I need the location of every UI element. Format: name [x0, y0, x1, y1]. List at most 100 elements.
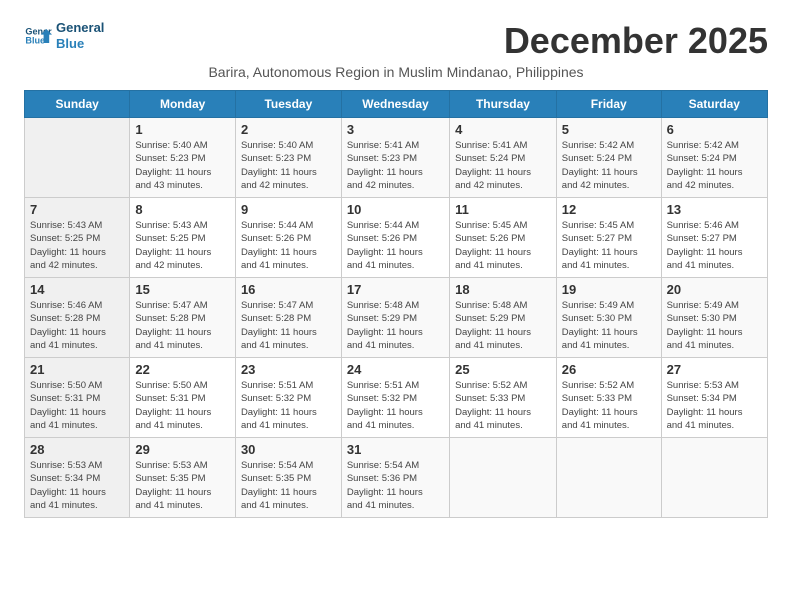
- day-number: 9: [241, 202, 336, 217]
- day-info: Sunrise: 5:45 AM Sunset: 5:27 PM Dayligh…: [562, 219, 656, 272]
- day-number: 11: [455, 202, 551, 217]
- day-number: 19: [562, 282, 656, 297]
- calendar-cell: 12 Sunrise: 5:45 AM Sunset: 5:27 PM Dayli…: [556, 198, 661, 278]
- calendar-cell: 13 Sunrise: 5:46 AM Sunset: 5:27 PM Dayli…: [661, 198, 767, 278]
- day-info: Sunrise: 5:54 AM Sunset: 5:36 PM Dayligh…: [347, 459, 444, 512]
- calendar-cell: 4Sunrise: 5:41 AM Sunset: 5:24 PM Daylig…: [450, 118, 557, 198]
- calendar-cell: 16Sunrise: 5:47 AM Sunset: 5:28 PM Dayli…: [235, 278, 341, 358]
- calendar-cell: 17Sunrise: 5:48 AM Sunset: 5:29 PM Dayli…: [341, 278, 449, 358]
- calendar-cell: 24Sunrise: 5:51 AM Sunset: 5:32 PM Dayli…: [341, 358, 449, 438]
- day-number: 26: [562, 362, 656, 377]
- calendar-week-row: 14 Sunrise: 5:46 AM Sunset: 5:28 PM Dayli…: [25, 278, 768, 358]
- calendar-week-row: 28 Sunrise: 5:53 AM Sunset: 5:34 PM Dayli…: [25, 438, 768, 518]
- day-number: 24: [347, 362, 444, 377]
- day-number: 20: [667, 282, 762, 297]
- day-info: Sunrise: 5:53 AM Sunset: 5:35 PM Dayligh…: [135, 459, 230, 512]
- calendar-cell: 3 Sunrise: 5:41 AM Sunset: 5:23 PM Daylig…: [341, 118, 449, 198]
- day-info: Sunrise: 5:41 AM Sunset: 5:23 PM Dayligh…: [347, 139, 444, 192]
- calendar-body: 1 Sunrise: 5:40 AM Sunset: 5:23 PM Daylig…: [25, 118, 768, 518]
- day-info: Sunrise: 5:42 AM Sunset: 5:24 PM Dayligh…: [562, 139, 656, 192]
- calendar-cell: 19 Sunrise: 5:49 AM Sunset: 5:30 PM Dayli…: [556, 278, 661, 358]
- day-info: Sunrise: 5:54 AM Sunset: 5:35 PM Dayligh…: [241, 459, 336, 512]
- weekday-header-saturday: Saturday: [661, 91, 767, 118]
- day-number: 27: [667, 362, 762, 377]
- day-info: Sunrise: 5:49 AM Sunset: 5:30 PM Dayligh…: [562, 299, 656, 352]
- calendar-cell: 29 Sunrise: 5:53 AM Sunset: 5:35 PM Dayli…: [130, 438, 236, 518]
- day-info: Sunrise: 5:46 AM Sunset: 5:27 PM Dayligh…: [667, 219, 762, 272]
- calendar-cell: 15 Sunrise: 5:47 AM Sunset: 5:28 PM Dayli…: [130, 278, 236, 358]
- day-info: Sunrise: 5:53 AM Sunset: 5:34 PM Dayligh…: [30, 459, 124, 512]
- day-number: 16: [241, 282, 336, 297]
- calendar-cell: [661, 438, 767, 518]
- day-info: Sunrise: 5:49 AM Sunset: 5:30 PM Dayligh…: [667, 299, 762, 352]
- day-info: Sunrise: 5:44 AM Sunset: 5:26 PM Dayligh…: [347, 219, 444, 272]
- day-number: 3: [347, 122, 444, 137]
- day-number: 23: [241, 362, 336, 377]
- day-info: Sunrise: 5:45 AM Sunset: 5:26 PM Dayligh…: [455, 219, 551, 272]
- day-info: Sunrise: 5:52 AM Sunset: 5:33 PM Dayligh…: [562, 379, 656, 432]
- day-info: Sunrise: 5:52 AM Sunset: 5:33 PM Dayligh…: [455, 379, 551, 432]
- calendar-cell: 9Sunrise: 5:44 AM Sunset: 5:26 PM Daylig…: [235, 198, 341, 278]
- day-info: Sunrise: 5:53 AM Sunset: 5:34 PM Dayligh…: [667, 379, 762, 432]
- day-number: 7: [30, 202, 124, 217]
- calendar-cell: 31 Sunrise: 5:54 AM Sunset: 5:36 PM Dayli…: [341, 438, 449, 518]
- day-number: 29: [135, 442, 230, 457]
- day-number: 13: [667, 202, 762, 217]
- logo: General Blue General Blue: [24, 20, 104, 51]
- day-number: 6: [667, 122, 762, 137]
- calendar-week-row: 1 Sunrise: 5:40 AM Sunset: 5:23 PM Daylig…: [25, 118, 768, 198]
- day-number: 22: [135, 362, 230, 377]
- logo-text-line2: Blue: [56, 36, 104, 52]
- day-number: 15: [135, 282, 230, 297]
- day-number: 18: [455, 282, 551, 297]
- day-info: Sunrise: 5:41 AM Sunset: 5:24 PM Dayligh…: [455, 139, 551, 192]
- day-info: Sunrise: 5:40 AM Sunset: 5:23 PM Dayligh…: [135, 139, 230, 192]
- calendar-cell: [556, 438, 661, 518]
- day-number: 12: [562, 202, 656, 217]
- day-number: 21: [30, 362, 124, 377]
- day-number: 14: [30, 282, 124, 297]
- calendar-cell: 6 Sunrise: 5:42 AM Sunset: 5:24 PM Daylig…: [661, 118, 767, 198]
- calendar-cell: 11 Sunrise: 5:45 AM Sunset: 5:26 PM Dayli…: [450, 198, 557, 278]
- day-number: 28: [30, 442, 124, 457]
- day-number: 30: [241, 442, 336, 457]
- day-info: Sunrise: 5:50 AM Sunset: 5:31 PM Dayligh…: [30, 379, 124, 432]
- calendar-cell: 25 Sunrise: 5:52 AM Sunset: 5:33 PM Dayli…: [450, 358, 557, 438]
- calendar-cell: 30 Sunrise: 5:54 AM Sunset: 5:35 PM Dayli…: [235, 438, 341, 518]
- weekday-header-monday: Monday: [130, 91, 236, 118]
- calendar-week-row: 7 Sunrise: 5:43 AM Sunset: 5:25 PM Daylig…: [25, 198, 768, 278]
- day-info: Sunrise: 5:46 AM Sunset: 5:28 PM Dayligh…: [30, 299, 124, 352]
- calendar-cell: 8Sunrise: 5:43 AM Sunset: 5:25 PM Daylig…: [130, 198, 236, 278]
- logo-icon: General Blue: [24, 22, 52, 50]
- weekday-header-wednesday: Wednesday: [341, 91, 449, 118]
- calendar-cell: 7 Sunrise: 5:43 AM Sunset: 5:25 PM Daylig…: [25, 198, 130, 278]
- day-info: Sunrise: 5:48 AM Sunset: 5:29 PM Dayligh…: [455, 299, 551, 352]
- calendar-cell: [450, 438, 557, 518]
- calendar-table: SundayMondayTuesdayWednesdayThursdayFrid…: [24, 90, 768, 518]
- calendar-cell: 14 Sunrise: 5:46 AM Sunset: 5:28 PM Dayli…: [25, 278, 130, 358]
- day-number: 25: [455, 362, 551, 377]
- day-info: Sunrise: 5:43 AM Sunset: 5:25 PM Dayligh…: [135, 219, 230, 272]
- day-info: Sunrise: 5:40 AM Sunset: 5:23 PM Dayligh…: [241, 139, 336, 192]
- calendar-cell: 18 Sunrise: 5:48 AM Sunset: 5:29 PM Dayli…: [450, 278, 557, 358]
- day-number: 31: [347, 442, 444, 457]
- day-info: Sunrise: 5:47 AM Sunset: 5:28 PM Dayligh…: [135, 299, 230, 352]
- calendar-cell: 10Sunrise: 5:44 AM Sunset: 5:26 PM Dayli…: [341, 198, 449, 278]
- day-info: Sunrise: 5:43 AM Sunset: 5:25 PM Dayligh…: [30, 219, 124, 272]
- day-info: Sunrise: 5:42 AM Sunset: 5:24 PM Dayligh…: [667, 139, 762, 192]
- calendar-cell: 2Sunrise: 5:40 AM Sunset: 5:23 PM Daylig…: [235, 118, 341, 198]
- day-number: 1: [135, 122, 230, 137]
- calendar-cell: 27 Sunrise: 5:53 AM Sunset: 5:34 PM Dayli…: [661, 358, 767, 438]
- day-info: Sunrise: 5:50 AM Sunset: 5:31 PM Dayligh…: [135, 379, 230, 432]
- weekday-header-sunday: Sunday: [25, 91, 130, 118]
- day-number: 5: [562, 122, 656, 137]
- subtitle: Barira, Autonomous Region in Muslim Mind…: [24, 64, 768, 80]
- weekday-header-tuesday: Tuesday: [235, 91, 341, 118]
- calendar-cell: 21 Sunrise: 5:50 AM Sunset: 5:31 PM Dayli…: [25, 358, 130, 438]
- calendar-cell: 1 Sunrise: 5:40 AM Sunset: 5:23 PM Daylig…: [130, 118, 236, 198]
- weekday-header-thursday: Thursday: [450, 91, 557, 118]
- month-title: December 2025: [504, 20, 768, 62]
- day-info: Sunrise: 5:48 AM Sunset: 5:29 PM Dayligh…: [347, 299, 444, 352]
- calendar-cell: 28 Sunrise: 5:53 AM Sunset: 5:34 PM Dayli…: [25, 438, 130, 518]
- calendar-week-row: 21 Sunrise: 5:50 AM Sunset: 5:31 PM Dayli…: [25, 358, 768, 438]
